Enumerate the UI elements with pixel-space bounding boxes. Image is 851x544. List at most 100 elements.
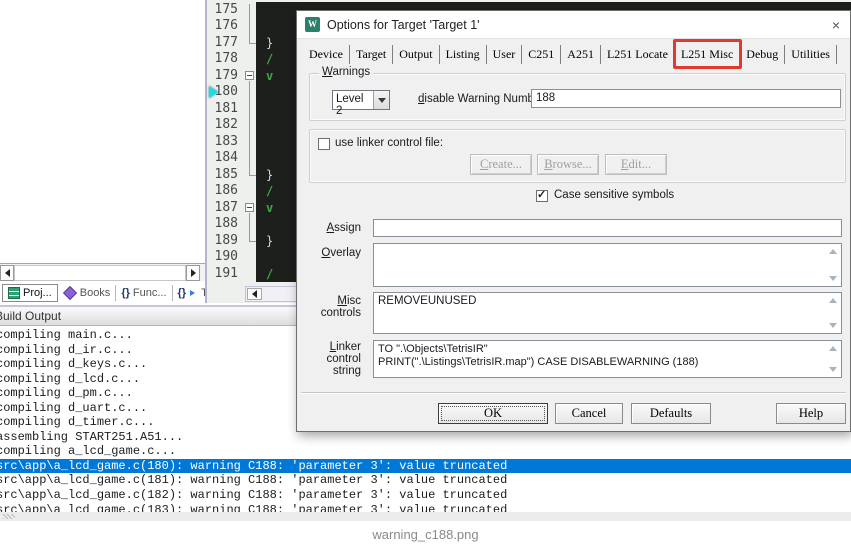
tab-utilities[interactable]: Utilities <box>785 45 837 64</box>
assign-input[interactable] <box>373 219 842 237</box>
arrow-right-icon <box>191 269 196 277</box>
build-line[interactable]: src\app\a_lcd_game.c(183): warning C188:… <box>0 503 851 512</box>
fold-guide-hook <box>249 175 256 176</box>
cancel-button[interactable]: Cancel <box>555 403 623 424</box>
create-button[interactable]: Create... <box>470 154 532 175</box>
scrollbar-track[interactable] <box>14 265 186 281</box>
group-label: Warnings <box>319 66 373 78</box>
linker-file-group: use linker control file: Create... Brows… <box>309 129 846 183</box>
linker-string-line: TO ".\Objects\TetrisIR" <box>378 343 825 356</box>
line-number: 176 <box>207 18 243 34</box>
browse-button[interactable]: Browse... <box>537 154 599 175</box>
scroll-grip <box>3 514 15 519</box>
tab-label: L251 Misc <box>681 47 733 61</box>
image-caption: warning_c188.png <box>0 527 851 542</box>
project-icon <box>8 287 20 299</box>
braces-icon: {} <box>121 287 130 299</box>
tab-label: Func... <box>133 287 167 299</box>
line-number: 186 <box>207 183 243 199</box>
overlay-input[interactable] <box>373 243 842 287</box>
line-number: 191 <box>207 266 243 282</box>
panel-title: Build Output <box>0 309 61 323</box>
overlay-label: Overlay <box>297 247 361 259</box>
build-line-selected[interactable]: src\app\a_lcd_game.c(180): warning C188:… <box>0 459 851 474</box>
scroll-left-button[interactable] <box>0 265 14 281</box>
assign-label: Assign <box>297 222 361 234</box>
defaults-button[interactable]: Defaults <box>631 403 711 424</box>
tab-output[interactable]: Output <box>393 45 439 64</box>
tab-c251[interactable]: C251 <box>522 45 561 64</box>
arrow-icon <box>190 290 198 296</box>
scroll-up-icon[interactable] <box>829 249 837 254</box>
line-number: 178 <box>207 51 243 67</box>
line-number: 189 <box>207 233 243 249</box>
dropdown-button[interactable] <box>373 91 389 109</box>
line-number: 183 <box>207 134 243 150</box>
fold-collapse-box[interactable] <box>245 71 254 80</box>
scroll-down-icon[interactable] <box>829 276 837 281</box>
scroll-up-icon[interactable] <box>829 298 837 303</box>
ok-button[interactable]: OK <box>438 403 548 424</box>
build-line[interactable]: assembling START251.A51... <box>0 430 851 445</box>
tab-l251-locate[interactable]: L251 Locate <box>601 45 675 64</box>
misc-controls-input[interactable]: REMOVEUNUSED <box>373 292 842 334</box>
scroll-down-icon[interactable] <box>829 367 837 372</box>
warning-level-select[interactable]: Level 2 <box>332 90 390 110</box>
close-button[interactable]: × <box>832 11 840 39</box>
tab-debug[interactable]: Debug <box>740 45 785 64</box>
workspace-tabbar: Proj... Books {} Func... {} Tem... <box>2 282 237 303</box>
line-number: 177 <box>207 35 243 51</box>
use-linker-file-checkbox[interactable] <box>318 138 330 150</box>
build-line[interactable]: src\app\a_lcd_game.c(182): warning C188:… <box>0 488 851 503</box>
scroll-right-button[interactable] <box>186 265 200 281</box>
line-number: 184 <box>207 150 243 166</box>
line-number: 188 <box>207 216 243 232</box>
button-label: Browse... <box>544 155 592 174</box>
scroll-down-icon[interactable] <box>829 323 837 328</box>
fold-column <box>243 183 256 199</box>
build-line[interactable]: compiling a_lcd_game.c... <box>0 444 851 459</box>
fold-column <box>243 266 256 282</box>
button-label: Edit... <box>621 155 651 174</box>
tab-listing[interactable]: Listing <box>440 45 487 64</box>
selected-value: Level 2 <box>333 91 373 109</box>
tab-functions[interactable]: {} Func... <box>116 285 172 301</box>
fold-guide <box>249 81 250 175</box>
line-number: 187 <box>207 200 243 216</box>
disable-warnings-input[interactable]: 188 <box>531 89 841 108</box>
line-number: 190 <box>207 249 243 265</box>
case-sensitive-checkbox[interactable]: ✓ <box>536 190 548 202</box>
build-line[interactable]: src\app\a_lcd_game.c(181): warning C188:… <box>0 473 851 488</box>
tab-a251[interactable]: A251 <box>561 45 601 64</box>
linker-control-string-label: Linkercontrolstring <box>297 341 361 377</box>
dialog-titlebar: W Options for Target 'Target 1' × <box>297 11 850 39</box>
project-panel-hscrollbar[interactable] <box>0 263 206 281</box>
book-icon <box>63 285 77 299</box>
scroll-left-button[interactable] <box>247 288 262 300</box>
line-number: 182 <box>207 117 243 133</box>
scroll-up-icon[interactable] <box>829 346 837 351</box>
fold-guide <box>249 213 250 241</box>
tab-l251-misc[interactable]: L251 Misc <box>675 45 740 64</box>
line-number: 185 <box>207 167 243 183</box>
edit-button[interactable]: Edit... <box>605 154 667 175</box>
options-dialog: W Options for Target 'Target 1' × Device… <box>296 10 851 432</box>
separator <box>301 392 846 394</box>
braces-icon: {} <box>178 287 187 299</box>
tab-books[interactable]: Books <box>58 285 117 301</box>
tab-target[interactable]: Target <box>350 45 393 64</box>
dialog-tabbar: Device Target Output Listing User C251 A… <box>303 43 846 65</box>
tab-device[interactable]: Device <box>303 45 350 64</box>
tab-user[interactable]: User <box>487 45 523 64</box>
arrow-left-icon <box>252 290 257 298</box>
line-number: 175 <box>207 2 243 18</box>
linker-control-string-box[interactable]: TO ".\Objects\TetrisIR" PRINT(".\Listing… <box>373 340 842 378</box>
dialog-title: Options for Target 'Target 1' <box>327 11 480 39</box>
fold-guide-hook <box>249 241 256 242</box>
help-button[interactable]: Help <box>776 403 846 424</box>
build-output-hscrollbar[interactable] <box>0 512 851 521</box>
tab-project[interactable]: Proj... <box>2 284 58 302</box>
fold-guide <box>249 4 250 43</box>
fold-collapse-box[interactable] <box>245 203 254 212</box>
tab-label: Proj... <box>23 287 52 299</box>
